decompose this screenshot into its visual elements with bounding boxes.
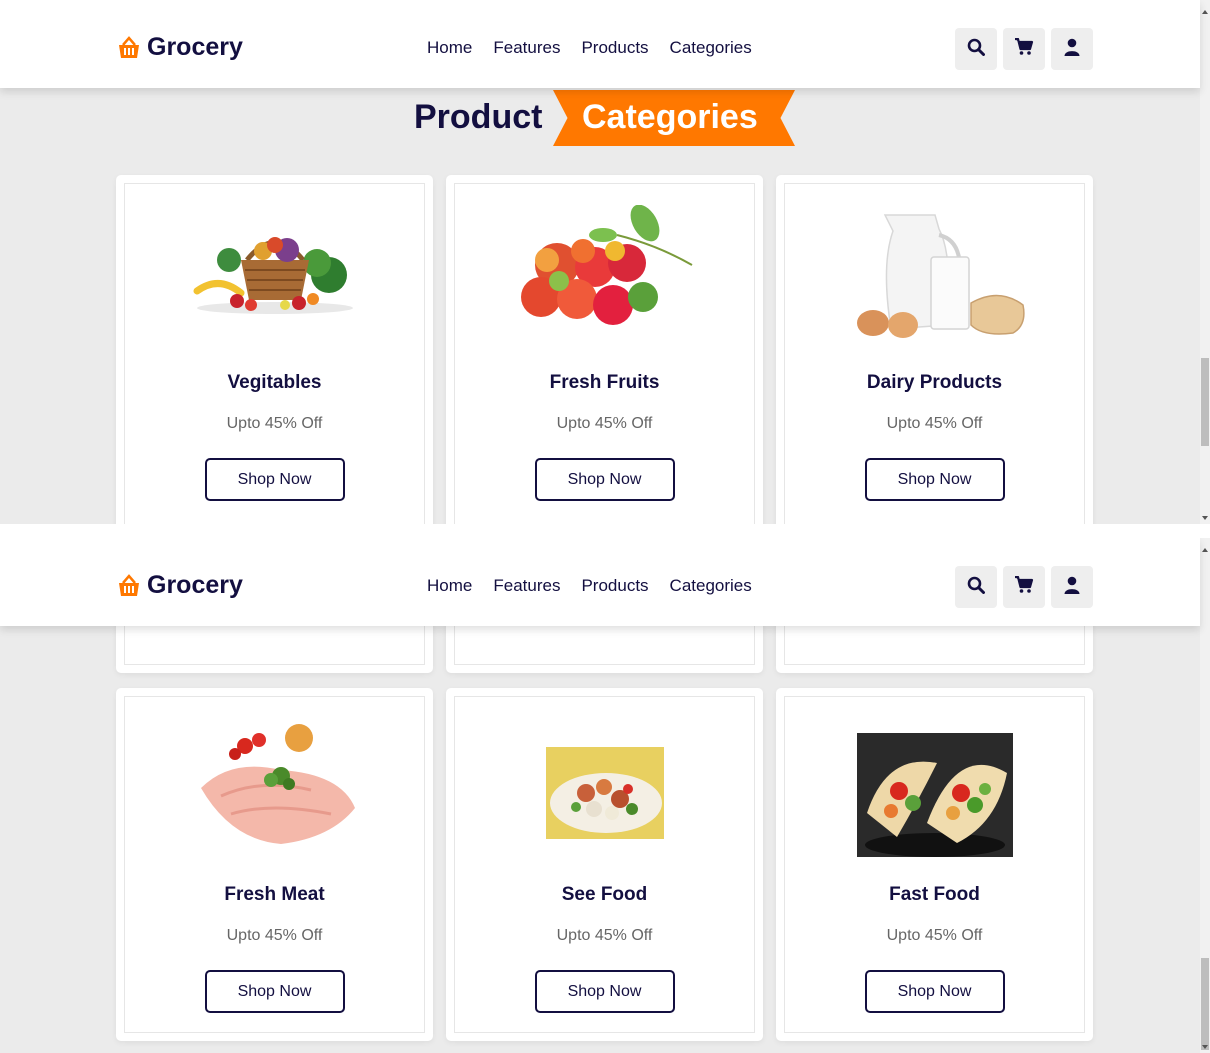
category-offer: Upto 45% Off bbox=[556, 927, 653, 944]
scroll-up-icon[interactable] bbox=[1202, 10, 1208, 14]
category-card: See Food Upto 45% Off Shop Now bbox=[446, 688, 763, 1041]
header: Grocery Home Features Products Categorie… bbox=[0, 538, 1200, 626]
scrollbar[interactable] bbox=[1200, 0, 1210, 524]
cart-button[interactable] bbox=[1003, 28, 1045, 70]
nav-categories[interactable]: Categories bbox=[670, 38, 752, 58]
scroll-down-icon[interactable] bbox=[1202, 1045, 1208, 1049]
nav-home[interactable]: Home bbox=[427, 38, 472, 58]
shop-now-button[interactable]: Shop Now bbox=[534, 970, 675, 1013]
cart-icon bbox=[1014, 575, 1034, 598]
shop-now-button[interactable]: Shop Now bbox=[204, 970, 345, 1013]
nav-categories[interactable]: Categories bbox=[670, 576, 752, 596]
logo-text: Grocery bbox=[147, 571, 243, 599]
viewport-top: Grocery Home Features Products Categorie… bbox=[0, 0, 1210, 524]
category-card: Dairy Products Upto 45% Off Shop Now bbox=[776, 175, 1093, 524]
user-button[interactable] bbox=[1051, 28, 1093, 70]
basket-icon bbox=[116, 573, 142, 598]
logo[interactable]: Grocery bbox=[116, 33, 243, 62]
category-offer: Upto 45% Off bbox=[886, 927, 983, 944]
meat-image bbox=[191, 718, 359, 850]
fastfood-image bbox=[856, 733, 1013, 861]
shop-now-button[interactable]: Shop Now bbox=[864, 458, 1005, 501]
category-offer: Upto 45% Off bbox=[556, 415, 653, 432]
user-button[interactable] bbox=[1051, 566, 1093, 608]
category-title: Fresh Meat bbox=[224, 884, 325, 905]
vegetables-image bbox=[189, 205, 361, 321]
shop-now-button[interactable]: Shop Now bbox=[534, 458, 675, 501]
heading-primary: Product bbox=[414, 98, 543, 136]
logo-text: Grocery bbox=[147, 33, 243, 61]
scrollbar-thumb[interactable] bbox=[1201, 358, 1209, 446]
search-button[interactable] bbox=[955, 28, 997, 70]
nav-features[interactable]: Features bbox=[493, 576, 560, 596]
category-card: Fast Food Upto 45% Off Shop Now bbox=[776, 688, 1093, 1041]
nav-features[interactable]: Features bbox=[493, 38, 560, 58]
category-title: Fast Food bbox=[889, 884, 980, 905]
scrollbar-thumb[interactable] bbox=[1201, 958, 1209, 1050]
category-title: Vegitables bbox=[227, 372, 322, 393]
main-nav: Home Features Products Categories bbox=[427, 38, 752, 58]
nav-products[interactable]: Products bbox=[581, 38, 648, 58]
user-icon bbox=[1064, 576, 1080, 598]
nav-home[interactable]: Home bbox=[427, 576, 472, 596]
nav-products[interactable]: Products bbox=[581, 576, 648, 596]
search-icon bbox=[967, 38, 985, 60]
main-nav: Home Features Products Categories bbox=[427, 576, 752, 596]
header-icons bbox=[955, 566, 1093, 608]
category-title: See Food bbox=[561, 884, 648, 905]
dairy-image bbox=[843, 205, 1027, 345]
category-offer: Upto 45% Off bbox=[226, 927, 323, 944]
scroll-down-icon[interactable] bbox=[1202, 516, 1208, 520]
category-title: Fresh Fruits bbox=[549, 372, 660, 393]
scrollbar[interactable] bbox=[1200, 538, 1210, 1053]
cart-button[interactable] bbox=[1003, 566, 1045, 608]
viewport-bottom: Shop Now Shop Now Shop Now Grocery Home … bbox=[0, 538, 1210, 1053]
search-button[interactable] bbox=[955, 566, 997, 608]
logo[interactable]: Grocery bbox=[116, 571, 243, 600]
shop-now-button[interactable]: Shop Now bbox=[864, 970, 1005, 1013]
category-card: Vegitables Upto 45% Off Shop Now bbox=[116, 175, 433, 524]
user-icon bbox=[1064, 38, 1080, 60]
search-icon bbox=[967, 576, 985, 598]
cart-icon bbox=[1014, 37, 1034, 60]
basket-icon bbox=[116, 35, 142, 60]
seafood-image bbox=[545, 747, 664, 843]
shop-now-button[interactable]: Shop Now bbox=[204, 458, 345, 501]
category-offer: Upto 45% Off bbox=[886, 415, 983, 432]
section-heading: Product Categories bbox=[0, 90, 1200, 146]
header-icons bbox=[955, 28, 1093, 70]
category-title: Dairy Products bbox=[866, 372, 1003, 393]
category-offer: Upto 45% Off bbox=[226, 415, 323, 432]
screenshot-divider bbox=[0, 524, 1210, 538]
header: Grocery Home Features Products Categorie… bbox=[0, 0, 1200, 88]
fruits-image bbox=[517, 204, 693, 331]
heading-accent: Categories bbox=[582, 98, 758, 136]
scroll-up-icon[interactable] bbox=[1202, 548, 1208, 552]
category-card: Fresh Fruits Upto 45% Off Shop Now bbox=[446, 175, 763, 524]
category-card: Fresh Meat Upto 45% Off Shop Now bbox=[116, 688, 433, 1041]
